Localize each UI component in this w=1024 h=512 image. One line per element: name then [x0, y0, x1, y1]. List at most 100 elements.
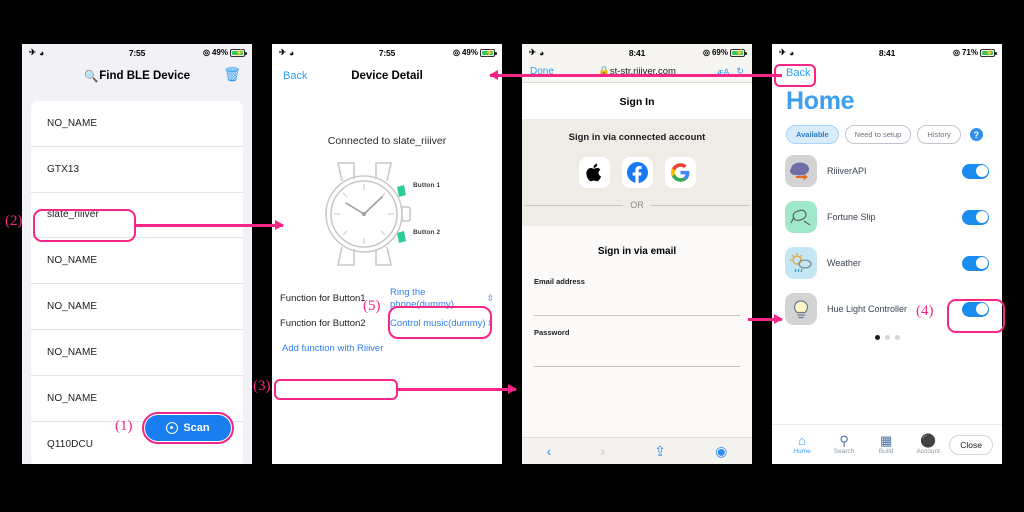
list-item[interactable]: NO_NAME: [31, 238, 243, 285]
status-time: 7:55: [378, 47, 396, 58]
tab-search[interactable]: ⚲ Search: [823, 434, 865, 456]
or-label: OR: [630, 200, 644, 210]
battery-icon: ⚡: [480, 48, 497, 57]
email-section-heading: Sign in via email: [597, 246, 677, 257]
annotation-highlight-back: [774, 64, 816, 87]
battery-icon: ⚡: [230, 48, 247, 57]
cloud-arrow-icon: [785, 155, 817, 187]
page-title: 🔍 Find BLE Device: [84, 69, 190, 83]
battery-icon: ⚡: [980, 48, 997, 57]
close-button[interactable]: Close: [949, 434, 993, 455]
page-dots: [772, 335, 1002, 340]
annotation-arrow-1: [136, 220, 284, 230]
safari-toolbar: Done 🔒st-str.riiiver.com ᴁA ↻: [522, 61, 752, 83]
service-name: Hue Light Controller: [827, 304, 908, 314]
annotation-marker-4: (4): [916, 303, 934, 319]
watch-illustration: Button 1 Button 2: [272, 159, 502, 269]
annotation-highlight-toggle: [947, 299, 1005, 333]
google-icon[interactable]: [664, 157, 696, 188]
battery-icon: ⚡: [730, 48, 747, 57]
chip-need-to-setup[interactable]: Need to setup: [844, 125, 912, 144]
build-icon: ▦: [880, 433, 893, 448]
list-item[interactable]: GTX13: [31, 147, 243, 193]
magnifier-icon: 🔍: [83, 70, 99, 83]
panel-home: ✈ ◕ 8:41 ◎ 71% ⚡ Back Home Available Nee…: [772, 44, 1002, 464]
status-bar: ✈ ◕ 8:41 ◎ 69% ⚡: [522, 44, 752, 61]
chevron-updown-icon[interactable]: ⇳: [486, 293, 494, 304]
chip-history[interactable]: History: [917, 125, 961, 144]
chip-available[interactable]: Available: [786, 125, 839, 144]
service-name: Fortune Slip: [827, 212, 876, 222]
page-dot-active[interactable]: [874, 335, 880, 340]
connected-account-section: Sign in via connected account OR: [522, 119, 752, 226]
button2-tag: Button 2: [413, 229, 441, 236]
annotation-highlight-slate: [33, 209, 136, 242]
annotation-marker-1: (1): [115, 418, 133, 434]
help-icon[interactable]: ?: [969, 128, 983, 141]
service-toggle[interactable]: [962, 209, 989, 225]
status-bar: ✈ ◕ 8:41 ◎ 71% ⚡: [772, 44, 1002, 61]
button1-tag: Button 1: [413, 182, 441, 189]
panel-find-ble-device: ✈ ◕ 7:55 ◎ 49% ⚡ 🔍 Find BLE Device 🗑 NO_…: [22, 44, 252, 464]
tab-search-label: Search: [833, 448, 855, 455]
apple-icon[interactable]: [578, 157, 610, 188]
tab-account-label: Account: [916, 448, 940, 455]
back-icon[interactable]: ‹: [547, 443, 552, 459]
tab-bar: ⌂ Home ⚲ Search ▦ Build ⚫ Account Close: [772, 424, 1002, 464]
status-bar: ✈ ◕ 7:55 ◎ 49% ⚡: [272, 44, 502, 61]
home-icon: ⌂: [798, 433, 806, 448]
service-toggle[interactable]: [962, 163, 989, 179]
share-icon[interactable]: ⇪: [654, 443, 666, 460]
list-item[interactable]: NO_NAME: [31, 330, 243, 376]
list-item[interactable]: NO_NAME: [31, 284, 243, 330]
status-bar: ✈ ◕ 7:55 ◎ 49% ⚡: [22, 44, 252, 61]
annotation-highlight-scan: [142, 412, 234, 444]
device-list: NO_NAME GTX13 slate_riiiver NO_NAME NO_N…: [31, 101, 243, 464]
panel-device-detail: ✈ ◕ 7:55 ◎ 49% ⚡ Back Device Detail Conn…: [272, 44, 502, 464]
connection-status: Connected to slate_riiiver: [327, 135, 447, 147]
email-field-group: Email address: [534, 277, 740, 316]
tab-home[interactable]: ⌂ Home: [781, 433, 823, 456]
list-item[interactable]: NO_NAME: [31, 101, 243, 147]
add-function-link[interactable]: Add function with Riiiver: [282, 343, 383, 354]
nav-bar: Back Device Detail: [272, 61, 502, 90]
tab-build[interactable]: ▦ Build: [865, 433, 907, 456]
page-dot[interactable]: [884, 335, 890, 340]
forward-icon: ›: [600, 443, 606, 459]
password-input[interactable]: [534, 337, 740, 367]
tab-account[interactable]: ⚫ Account: [907, 434, 949, 456]
page-dot[interactable]: [894, 335, 900, 340]
screenshot-stage: ✈ ◕ 7:55 ◎ 49% ⚡ 🔍 Find BLE Device 🗑 NO_…: [0, 0, 1024, 512]
facebook-icon[interactable]: [621, 157, 653, 188]
annotation-marker-3: (3): [253, 378, 271, 394]
service-row-riiiverapi[interactable]: RiiiverAPI: [772, 148, 1002, 194]
service-toggle-weather[interactable]: [962, 255, 989, 271]
service-row-weather[interactable]: Weather: [772, 240, 1002, 286]
connected-account-heading: Sign in via connected account: [568, 132, 706, 143]
or-divider: OR: [522, 200, 752, 210]
function-button2-label: Function for Button2: [280, 318, 366, 330]
compass-icon[interactable]: ◉: [715, 443, 727, 460]
filter-chips: Available Need to setup History ?: [772, 116, 1002, 144]
annotation-highlight-ring: [388, 306, 492, 339]
annotation-arrow-3: [398, 384, 517, 394]
trash-icon[interactable]: 🗑: [223, 67, 241, 81]
service-name: Weather: [827, 258, 861, 268]
status-time: 8:41: [628, 47, 646, 58]
annotation-arrow-4: [748, 314, 783, 324]
page-title: Device Detail: [351, 69, 423, 82]
password-label: Password: [534, 328, 570, 337]
tab-home-label: Home: [793, 448, 811, 455]
watch-svg: [325, 162, 411, 266]
tab-build-label: Build: [878, 448, 894, 455]
back-button[interactable]: Back: [283, 70, 307, 82]
divider-line: [525, 204, 624, 206]
safari-bottom-toolbar: ‹ › ⇪ ◉: [522, 437, 752, 464]
email-input[interactable]: [534, 286, 740, 316]
service-name: RiiiverAPI: [827, 166, 867, 176]
sun-cloud-rain-icon: [785, 247, 817, 279]
status-time: 7:55: [128, 47, 146, 58]
fortune-stick-icon: [785, 201, 817, 233]
annotation-marker-5: (5): [363, 298, 381, 314]
service-row-fortune-slip[interactable]: Fortune Slip: [772, 194, 1002, 240]
